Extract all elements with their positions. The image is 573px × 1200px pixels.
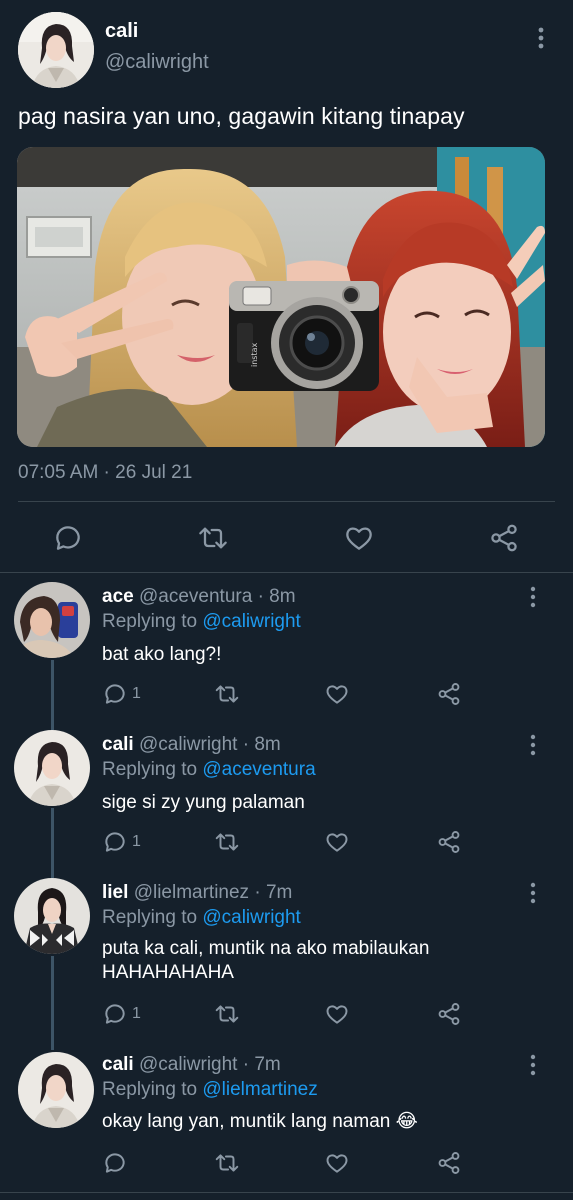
retweet-icon[interactable]	[214, 1150, 240, 1176]
avatar[interactable]	[14, 878, 90, 954]
avatar[interactable]	[14, 582, 90, 658]
reply-text: bat ako lang?!	[102, 644, 222, 665]
author-handle[interactable]: @caliwright	[139, 1054, 237, 1075]
mention-link[interactable]: @caliwright	[202, 907, 300, 928]
author-handle[interactable]: @caliwright	[105, 51, 209, 74]
more-options-icon[interactable]	[522, 880, 544, 906]
share-icon[interactable]	[436, 681, 462, 707]
avatar[interactable]	[18, 1052, 94, 1128]
reply-button[interactable]: 1	[102, 681, 141, 707]
retweet-icon[interactable]	[197, 522, 229, 554]
share-icon[interactable]	[436, 1150, 462, 1176]
like-icon[interactable]	[324, 1001, 350, 1027]
author-handle[interactable]: @lielmartinez	[134, 882, 249, 903]
like-icon[interactable]	[343, 522, 375, 554]
more-options-icon[interactable]	[522, 732, 544, 758]
retweet-icon[interactable]	[214, 829, 240, 855]
replying-to-label: Replying to	[102, 759, 198, 780]
replying-to-label: Replying to	[102, 611, 198, 632]
reply-tweet[interactable]: cali @caliwright · 7m Replying to @lielm…	[0, 1050, 573, 1190]
mention-link[interactable]: @aceventura	[202, 759, 315, 780]
reply-button[interactable]: 1	[102, 1001, 141, 1027]
reply-tweet[interactable]: cali @caliwright · 8m Replying to @aceve…	[0, 728, 573, 868]
replying-to: Replying to @aceventura	[102, 759, 316, 781]
retweet-icon[interactable]	[214, 681, 240, 707]
mention-link[interactable]: @caliwright	[202, 611, 300, 632]
reply-text: sige si zy yung palaman	[102, 792, 305, 813]
divider	[0, 572, 573, 573]
replying-to-label: Replying to	[102, 907, 198, 928]
author-name[interactable]: cali	[102, 1054, 134, 1075]
reply-text: puta ka cali, muntik na ako mabilaukan H…	[102, 938, 430, 983]
avatar[interactable]	[14, 730, 90, 806]
share-icon[interactable]	[436, 829, 462, 855]
author-handle[interactable]: @caliwright	[139, 734, 237, 755]
share-icon[interactable]	[436, 1001, 462, 1027]
mention-link[interactable]: @lielmartinez	[202, 1079, 317, 1100]
share-icon[interactable]	[488, 522, 520, 554]
author-name[interactable]: ace	[102, 586, 134, 607]
like-icon[interactable]	[324, 681, 350, 707]
author-name[interactable]: cali	[105, 20, 138, 43]
reply-button[interactable]	[102, 1150, 132, 1176]
more-options-icon[interactable]	[522, 1052, 544, 1078]
reply-icon[interactable]	[102, 681, 128, 707]
replying-to-label: Replying to	[102, 1079, 198, 1100]
replying-to: Replying to @lielmartinez	[102, 1079, 318, 1101]
main-tweet: cali @caliwright pag nasira yan uno, gag…	[0, 0, 573, 572]
reply-icon[interactable]	[102, 1001, 128, 1027]
replying-to: Replying to @caliwright	[102, 907, 301, 929]
reply-text: okay lang yan, muntik lang naman 😂	[102, 1111, 418, 1132]
reply-button[interactable]: 1	[102, 829, 141, 855]
svg-text:instax: instax	[250, 343, 259, 368]
reply-count: 1	[132, 833, 141, 850]
divider	[0, 1192, 573, 1193]
divider	[18, 501, 555, 502]
retweet-icon[interactable]	[214, 1001, 240, 1027]
like-icon[interactable]	[324, 1150, 350, 1176]
reply-time: · 8m	[242, 734, 281, 755]
author-name[interactable]: liel	[102, 882, 128, 903]
reply-icon[interactable]	[102, 1150, 128, 1176]
tweet-photo[interactable]: instax	[17, 147, 545, 447]
avatar[interactable]	[18, 12, 94, 88]
reply-time: · 7m	[254, 882, 293, 903]
reply-icon[interactable]	[52, 522, 84, 554]
reply-time: · 8m	[257, 586, 296, 607]
reply-tweet[interactable]: liel @lielmartinez · 7m Replying to @cal…	[0, 876, 573, 1042]
reply-time: · 7m	[242, 1054, 281, 1075]
replying-to: Replying to @caliwright	[102, 611, 301, 633]
author-handle[interactable]: @aceventura	[139, 586, 252, 607]
tweet-timestamp[interactable]: 07:05 AM · 26 Jul 21	[18, 462, 192, 484]
reply-count: 1	[132, 1005, 141, 1022]
tweet-text: pag nasira yan uno, gagawin kitang tinap…	[18, 103, 465, 129]
author-name[interactable]: cali	[102, 734, 134, 755]
more-options-icon[interactable]	[530, 24, 552, 52]
reply-tweet[interactable]: ace @aceventura · 8m Replying to @caliwr…	[0, 580, 573, 720]
more-options-icon[interactable]	[522, 584, 544, 610]
like-icon[interactable]	[324, 829, 350, 855]
reply-count: 1	[132, 685, 141, 702]
reply-icon[interactable]	[102, 829, 128, 855]
